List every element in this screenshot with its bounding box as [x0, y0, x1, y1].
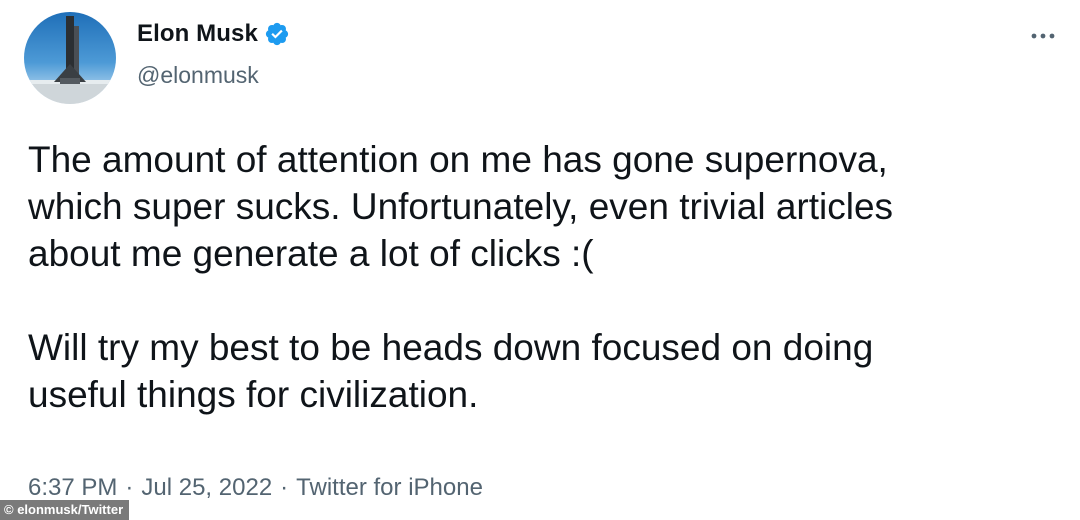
rocket-launch-avatar-icon	[24, 12, 116, 104]
author-display-name[interactable]: Elon Musk	[137, 20, 258, 48]
tweet-paragraph: The amount of attention on me has gone s…	[28, 139, 894, 274]
tweet-paragraph: Will try my best to be heads down focuse…	[28, 327, 874, 415]
avatar[interactable]	[24, 12, 116, 104]
more-dots-icon[interactable]	[1028, 26, 1058, 46]
tweet-time[interactable]: 6:37 PM	[28, 474, 117, 502]
meta-separator: ·	[280, 474, 289, 501]
tweet-meta: 6:37 PM · Jul 25, 2022 · Twitter for iPh…	[28, 474, 483, 502]
verified-badge-icon	[264, 21, 290, 47]
tweet-date[interactable]: Jul 25, 2022	[141, 474, 272, 502]
author-handle[interactable]: @elonmusk	[137, 62, 259, 89]
meta-separator: ·	[125, 474, 134, 501]
tweet-text: The amount of attention on me has gone s…	[28, 136, 1058, 418]
tweet-card: Elon Musk @elonmusk The amount of attent…	[0, 0, 1080, 520]
author-name-row: Elon Musk	[137, 20, 290, 48]
image-credit: © elonmusk/Twitter	[0, 500, 130, 520]
tweet-source[interactable]: Twitter for iPhone	[296, 474, 483, 502]
